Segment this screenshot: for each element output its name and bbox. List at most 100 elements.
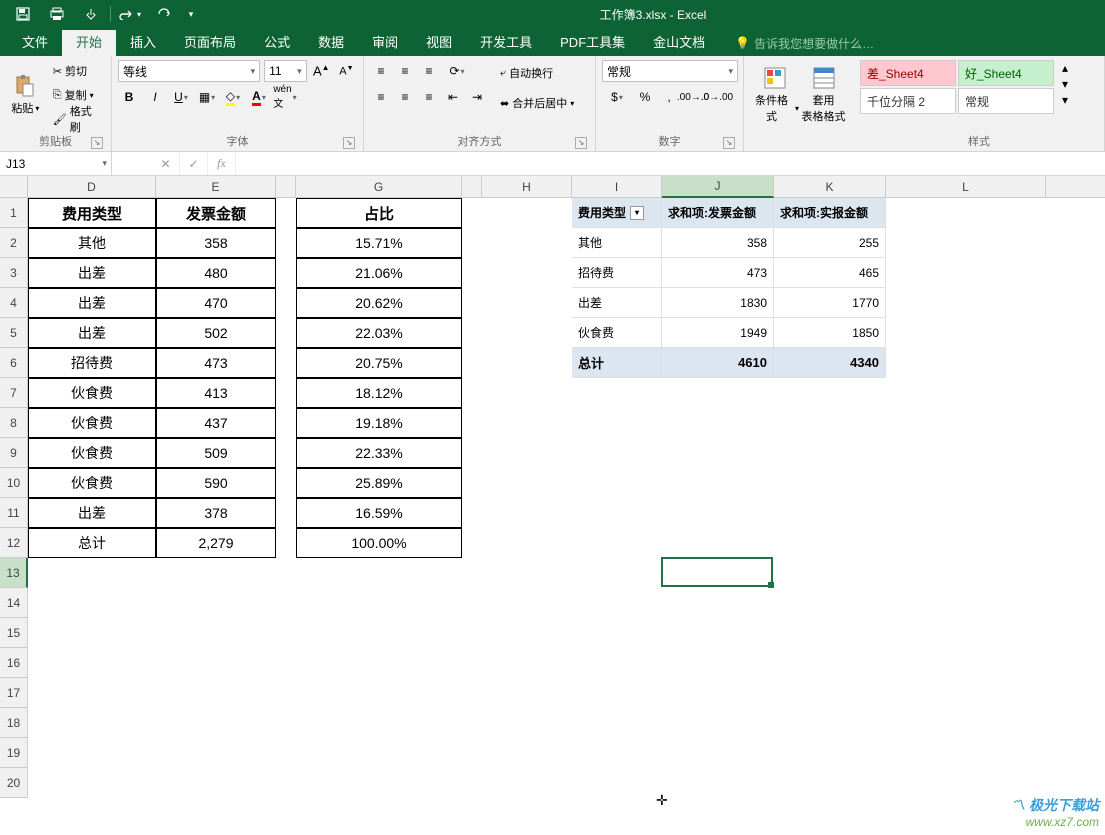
cell[interactable]: 473 xyxy=(662,258,774,288)
formula-input[interactable] xyxy=(236,152,1105,175)
select-all-corner[interactable] xyxy=(0,176,28,198)
cell[interactable]: 伙食费 xyxy=(28,408,156,438)
font-launcher[interactable]: ↘ xyxy=(343,137,355,149)
cell[interactable]: 502 xyxy=(156,318,276,348)
cell[interactable]: 15.71% xyxy=(296,228,462,258)
cell[interactable]: 25.89% xyxy=(296,468,462,498)
column-header[interactable]: G xyxy=(296,176,462,198)
cell[interactable]: 出差 xyxy=(28,318,156,348)
alignment-launcher[interactable]: ↘ xyxy=(575,137,587,149)
column-header[interactable]: H xyxy=(482,176,572,198)
cell[interactable]: 伙食费 xyxy=(28,438,156,468)
cell[interactable]: 出差 xyxy=(28,498,156,528)
cell[interactable]: 19.18% xyxy=(296,408,462,438)
row-header[interactable]: 20 xyxy=(0,768,28,798)
cell[interactable]: 伙食费 xyxy=(572,318,662,348)
cell[interactable]: 招待费 xyxy=(572,258,662,288)
decrease-indent-button[interactable]: ⇤ xyxy=(442,86,464,108)
cell[interactable]: 求和项:实报金额 xyxy=(774,198,886,228)
align-bottom-button[interactable]: ≡ xyxy=(418,60,440,82)
cell-style-thousand[interactable]: 千位分隔 2 xyxy=(860,88,956,114)
accounting-format-button[interactable]: $▾ xyxy=(602,86,632,108)
font-name-combo[interactable]: 等线▾ xyxy=(118,60,260,82)
cell[interactable]: 358 xyxy=(662,228,774,258)
cell[interactable]: 473 xyxy=(156,348,276,378)
column-header[interactable]: J xyxy=(662,176,774,198)
column-header[interactable]: K xyxy=(774,176,886,198)
qat-customize-button[interactable]: ▾ xyxy=(181,0,201,28)
tab-pdf-tools[interactable]: PDF工具集 xyxy=(546,30,639,56)
align-center-button[interactable]: ≡ xyxy=(394,86,416,108)
cell[interactable]: 100.00% xyxy=(296,528,462,558)
align-right-button[interactable]: ≡ xyxy=(418,86,440,108)
fill-color-button[interactable]: ◇▾ xyxy=(222,86,244,108)
tab-developer[interactable]: 开发工具 xyxy=(466,30,546,56)
cell[interactable]: 2,279 xyxy=(156,528,276,558)
cell-style-good[interactable]: 好_Sheet4 xyxy=(958,60,1054,86)
enter-formula-button[interactable]: ✓ xyxy=(180,152,208,175)
cell[interactable]: 1850 xyxy=(774,318,886,348)
insert-function-button[interactable]: fx xyxy=(208,152,236,175)
row-header[interactable]: 12 xyxy=(0,528,28,558)
cell[interactable]: 1770 xyxy=(774,288,886,318)
cell-style-bad[interactable]: 差_Sheet4 xyxy=(860,60,956,86)
worksheet-grid[interactable]: DEGHIJKLM 123456789101112131415161718192… xyxy=(0,176,1105,835)
row-header[interactable]: 5 xyxy=(0,318,28,348)
cell[interactable]: 509 xyxy=(156,438,276,468)
styles-more[interactable]: ▾ xyxy=(1058,92,1072,108)
tab-data[interactable]: 数据 xyxy=(304,30,358,56)
clipboard-launcher[interactable]: ↘ xyxy=(91,137,103,149)
increase-font-button[interactable]: A▲ xyxy=(311,60,332,82)
cell[interactable]: 占比 xyxy=(296,198,462,228)
cell[interactable]: 总计 xyxy=(28,528,156,558)
cell[interactable]: 招待费 xyxy=(28,348,156,378)
tab-home[interactable]: 开始 xyxy=(62,30,116,56)
format-painter-button[interactable]: 🖌格式刷 xyxy=(49,108,105,130)
cell[interactable]: 费用类型▾ xyxy=(572,198,662,228)
cell[interactable]: 出差 xyxy=(28,288,156,318)
decrease-decimal-button[interactable]: .0→.00 xyxy=(706,86,728,108)
number-format-combo[interactable]: 常规▾ xyxy=(602,60,738,82)
row-header[interactable]: 19 xyxy=(0,738,28,768)
qat-save-button[interactable] xyxy=(6,0,40,28)
row-header[interactable]: 18 xyxy=(0,708,28,738)
cell[interactable]: 费用类型 xyxy=(28,198,156,228)
tab-formulas[interactable]: 公式 xyxy=(250,30,304,56)
tab-insert[interactable]: 插入 xyxy=(116,30,170,56)
cell-style-normal[interactable]: 常规 xyxy=(958,88,1054,114)
column-header[interactable]: L xyxy=(886,176,1046,198)
name-box[interactable]: J13▾ xyxy=(0,152,112,175)
cell[interactable]: 20.62% xyxy=(296,288,462,318)
cell[interactable]: 465 xyxy=(774,258,886,288)
cell[interactable]: 470 xyxy=(156,288,276,318)
cell[interactable]: 其他 xyxy=(572,228,662,258)
cell[interactable]: 437 xyxy=(156,408,276,438)
row-header[interactable]: 3 xyxy=(0,258,28,288)
row-header[interactable]: 1 xyxy=(0,198,28,228)
tab-view[interactable]: 视图 xyxy=(412,30,466,56)
cell[interactable]: 22.33% xyxy=(296,438,462,468)
qat-undo-button[interactable]: ▾ xyxy=(113,0,147,28)
underline-button[interactable]: U▾ xyxy=(170,86,192,108)
italic-button[interactable]: I xyxy=(144,86,166,108)
column-header[interactable]: D xyxy=(28,176,156,198)
tab-file[interactable]: 文件 xyxy=(8,30,62,56)
cell[interactable]: 总计 xyxy=(572,348,662,378)
cell[interactable]: 其他 xyxy=(28,228,156,258)
column-header[interactable] xyxy=(276,176,296,198)
cell[interactable]: 255 xyxy=(774,228,886,258)
row-header[interactable]: 6 xyxy=(0,348,28,378)
column-header[interactable] xyxy=(462,176,482,198)
cell[interactable]: 伙食费 xyxy=(28,468,156,498)
cell[interactable]: 发票金额 xyxy=(156,198,276,228)
cell[interactable]: 1949 xyxy=(662,318,774,348)
column-header[interactable]: E xyxy=(156,176,276,198)
qat-touch-mode-icon[interactable] xyxy=(74,0,108,28)
qat-quick-print-icon[interactable] xyxy=(40,0,74,28)
styles-scroll-up[interactable]: ▴ xyxy=(1058,60,1072,76)
cell[interactable]: 1830 xyxy=(662,288,774,318)
qat-redo-button[interactable] xyxy=(147,0,181,28)
percent-format-button[interactable]: % xyxy=(634,86,656,108)
decrease-font-button[interactable]: A▼ xyxy=(336,60,357,82)
align-top-button[interactable]: ≡ xyxy=(370,60,392,82)
